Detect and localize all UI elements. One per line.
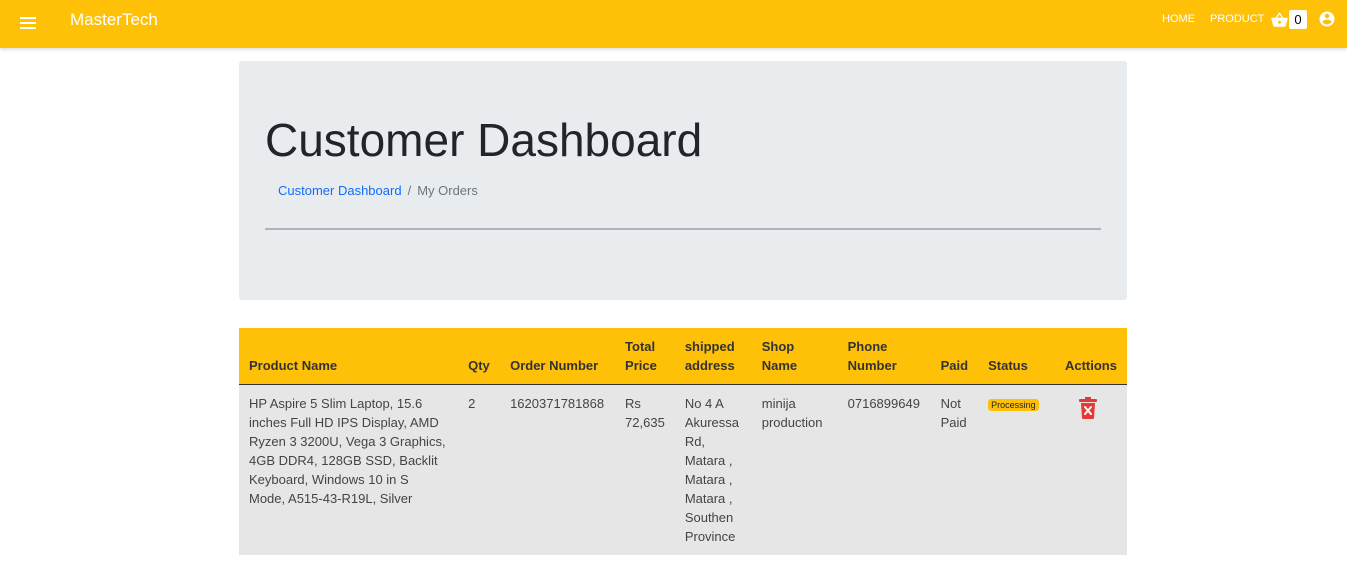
cell-shipped-address: No 4 A Akuressa Rd, Matara , Matara , Ma… xyxy=(674,384,752,555)
breadcrumb-dashboard-link[interactable]: Customer Dashboard xyxy=(278,183,402,198)
cell-phone-number: 0716899649 xyxy=(837,384,931,555)
shopping-basket-icon xyxy=(1271,12,1288,27)
col-header-shop-name: Shop Name xyxy=(751,328,838,385)
orders-table: Product Name Qty Order Number Total Pric… xyxy=(239,328,1127,555)
cell-qty: 2 xyxy=(458,384,501,555)
cart-button[interactable]: 0 xyxy=(1270,9,1310,31)
cart-count-badge: 0 xyxy=(1289,10,1307,29)
cell-actions xyxy=(1054,384,1127,555)
brand-title[interactable]: MasterTech xyxy=(70,10,158,30)
cell-product-name: HP Aspire 5 Slim Laptop, 15.6 inches Ful… xyxy=(239,384,459,555)
col-header-paid: Paid xyxy=(930,328,979,385)
dashboard-header: Customer Dashboard Customer Dashboard / My… xyxy=(239,61,1127,300)
breadcrumb: Customer Dashboard / My Orders xyxy=(278,183,478,199)
status-badge: Processing xyxy=(988,399,1039,411)
breadcrumb-current: My Orders xyxy=(417,183,478,198)
top-app-bar: MasterTech HOME PRODUCT 0 xyxy=(0,0,1347,48)
cell-paid: Not Paid xyxy=(930,384,979,555)
col-header-status: Status xyxy=(978,328,1055,385)
menu-icon[interactable] xyxy=(20,13,38,35)
delete-icon xyxy=(1078,397,1097,419)
table-header-row: Product Name Qty Order Number Total Pric… xyxy=(239,328,1127,385)
col-header-order-number: Order Number xyxy=(500,328,616,385)
nav-home-link[interactable]: HOME xyxy=(1162,13,1195,25)
cell-total-price: Rs 72,635 xyxy=(615,384,675,555)
col-header-actions: Acttions xyxy=(1054,328,1127,385)
table-row: HP Aspire 5 Slim Laptop, 15.6 inches Ful… xyxy=(239,384,1127,555)
divider xyxy=(265,228,1101,230)
nav-product-link[interactable]: PRODUCT xyxy=(1210,13,1264,25)
col-header-total-price: Total Price xyxy=(615,328,675,385)
cell-order-number: 1620371781868 xyxy=(500,384,616,555)
page-title: Customer Dashboard xyxy=(265,114,703,166)
account-circle-icon[interactable] xyxy=(1318,10,1336,28)
cell-shop-name: minija production xyxy=(751,384,838,555)
delete-order-button[interactable] xyxy=(1078,397,1097,424)
col-header-qty: Qty xyxy=(458,328,501,385)
col-header-shipped-address: shipped address xyxy=(674,328,752,385)
col-header-phone-number: Phone Number xyxy=(837,328,931,385)
breadcrumb-separator: / xyxy=(407,183,412,198)
cell-status: Processing xyxy=(978,384,1055,555)
col-header-product-name: Product Name xyxy=(239,328,459,385)
